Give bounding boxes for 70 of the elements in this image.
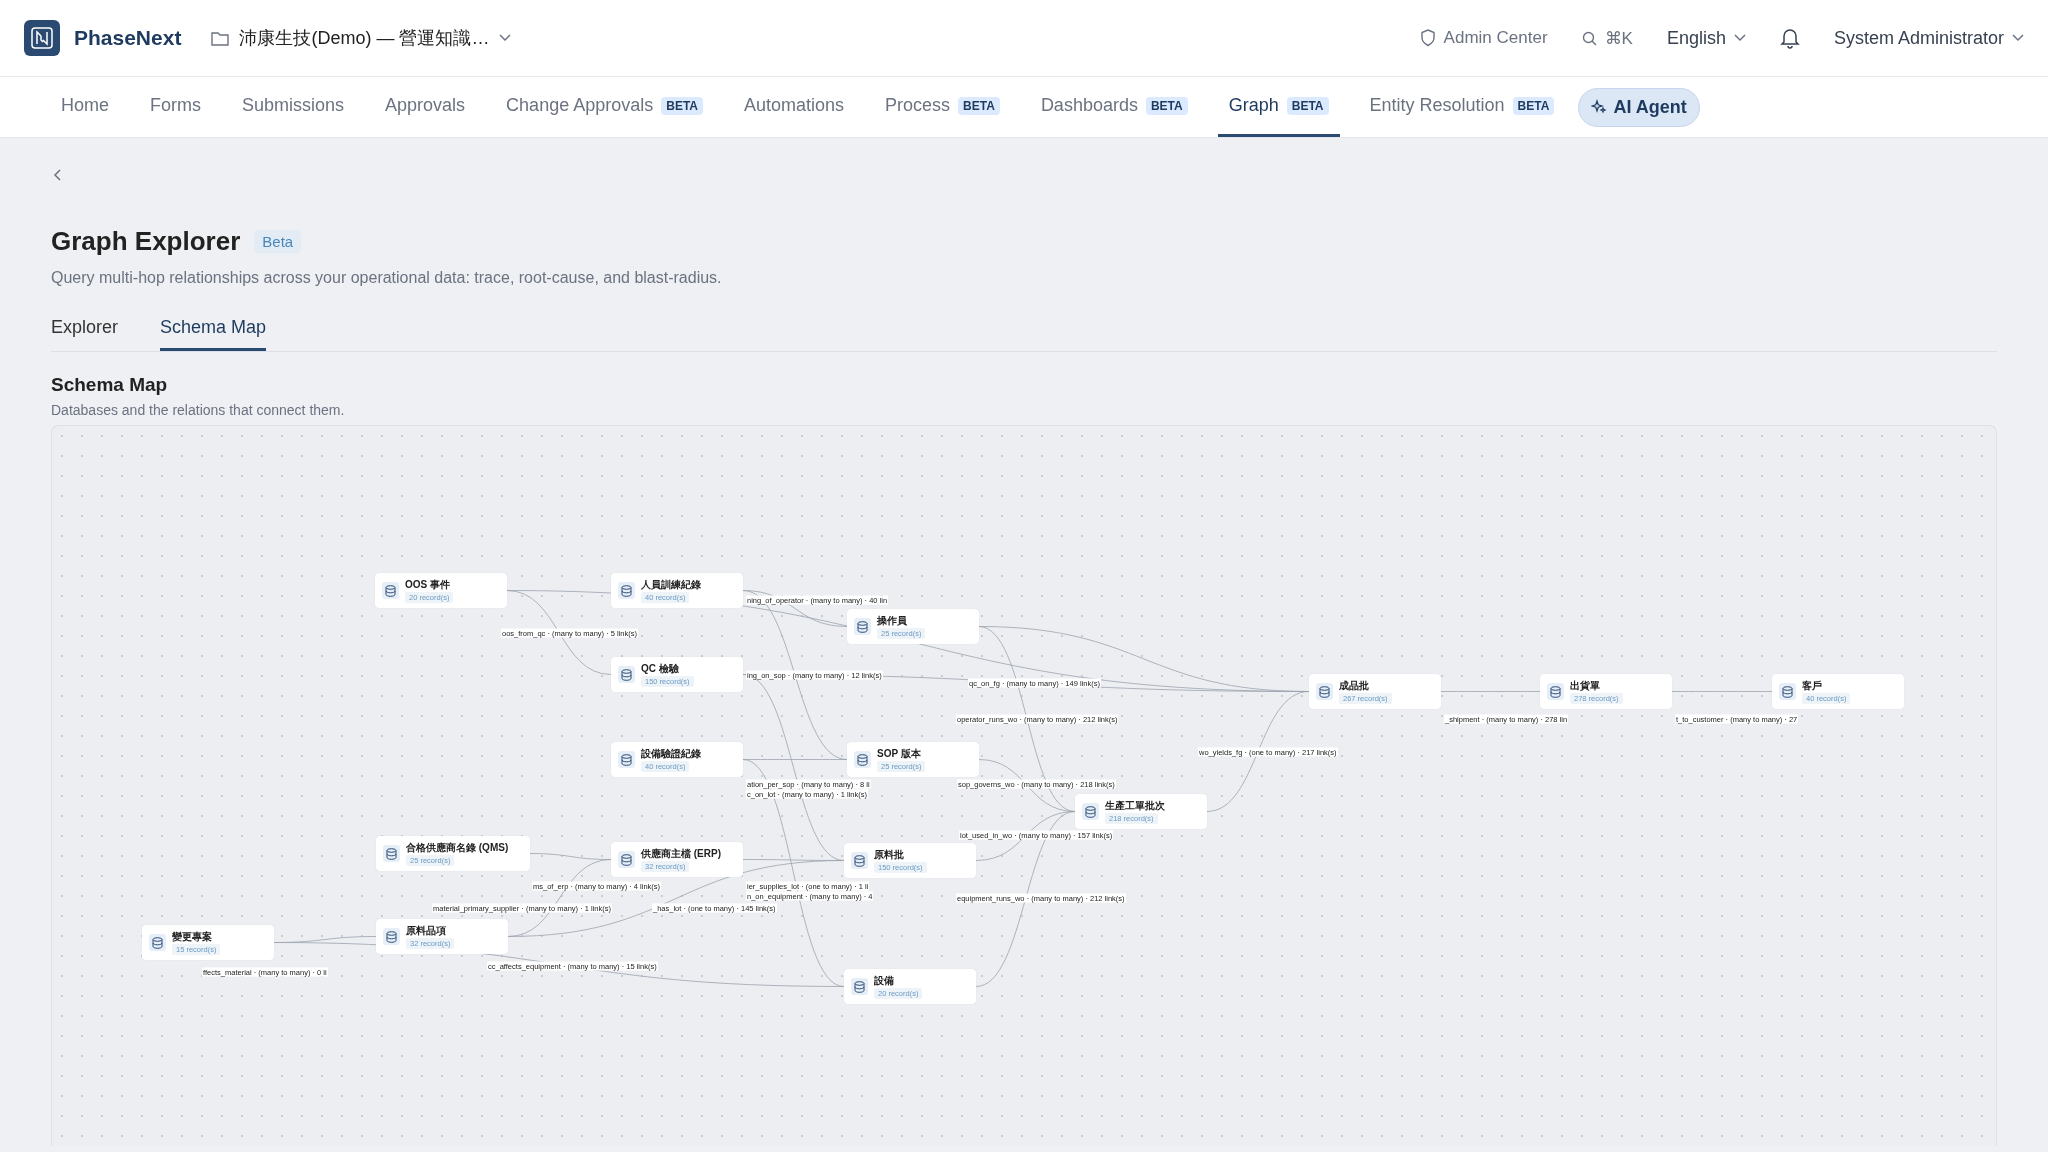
nav-tab[interactable]: Process BETA bbox=[874, 77, 1011, 137]
beta-badge: BETA bbox=[1145, 96, 1188, 115]
chevron-down-icon bbox=[1733, 34, 1746, 42]
nav-tab[interactable]: Submissions bbox=[231, 77, 356, 137]
database-icon bbox=[383, 845, 400, 862]
node-title: 成品批 bbox=[1339, 679, 1370, 691]
sparkle-icon bbox=[1591, 99, 1608, 115]
database-icon bbox=[618, 582, 635, 599]
section-subtitle: Databases and the relations that connect them. bbox=[51, 402, 346, 418]
node-title: SOP 版本 bbox=[877, 747, 922, 759]
nav-tab[interactable]: Home bbox=[50, 77, 120, 137]
user-menu[interactable]: System Administrator bbox=[1833, 27, 2004, 49]
nav-tab[interactable]: Change Approvals BETA bbox=[495, 77, 714, 137]
database-icon bbox=[618, 851, 635, 868]
language-selector[interactable]: English bbox=[1666, 27, 1726, 49]
section-title: Schema Map bbox=[51, 374, 169, 396]
nav-tab[interactable]: Forms bbox=[139, 77, 212, 137]
workspace-selector[interactable]: 沛康生技(Demo) — 營運知識… bbox=[239, 26, 490, 50]
page-subtitle: Query multi-hop relationships across your operational data: trace, root-cause, and blast-radius. bbox=[51, 269, 723, 287]
database-icon bbox=[851, 852, 868, 869]
database-icon bbox=[618, 666, 635, 683]
logo-icon[interactable] bbox=[24, 20, 60, 56]
chevron-down-icon bbox=[2012, 34, 2024, 42]
node-title: OOS 事件 bbox=[405, 578, 451, 590]
folder-icon bbox=[211, 30, 230, 46]
chevron-down-icon bbox=[499, 34, 512, 42]
admin-center-link[interactable]: Admin Center bbox=[1443, 28, 1548, 48]
nav-tab[interactable]: Approvals bbox=[374, 77, 477, 137]
node-title: 客戶 bbox=[1802, 679, 1823, 691]
bell-icon[interactable] bbox=[1779, 27, 1800, 49]
database-icon bbox=[1082, 803, 1099, 820]
node-title: 合格供應商名錄 (QMS) bbox=[406, 841, 509, 853]
page-tab[interactable]: Schema Map bbox=[160, 317, 267, 351]
database-icon bbox=[149, 934, 166, 951]
page-tab[interactable]: Explorer bbox=[51, 317, 119, 351]
search-icon bbox=[1581, 30, 1597, 46]
node-title: 操作員 bbox=[877, 614, 908, 626]
beta-badge: BETA bbox=[1286, 96, 1329, 115]
node-title: 設備 bbox=[874, 974, 895, 986]
nav-tab[interactable]: Entity Resolution BETA bbox=[1358, 77, 1566, 137]
nav-tab[interactable]: Automations bbox=[733, 77, 856, 137]
database-icon bbox=[382, 582, 399, 599]
node-title: QC 檢驗 bbox=[641, 662, 680, 674]
database-icon bbox=[1547, 683, 1564, 700]
database-icon bbox=[851, 978, 868, 995]
beta-badge: BETA bbox=[958, 96, 1000, 115]
database-icon bbox=[383, 928, 400, 945]
beta-badge: BETA bbox=[1512, 96, 1555, 115]
nav-tab[interactable]: Dashboards BETA bbox=[1029, 77, 1199, 137]
search-shortcut[interactable]: ⌘K bbox=[1604, 27, 1633, 49]
database-icon bbox=[854, 751, 871, 768]
node-title: 生產工單批次 bbox=[1105, 799, 1165, 811]
node-title: 設備驗證紀錄 bbox=[641, 747, 701, 759]
node-title: 供應商主檔 (ERP) bbox=[641, 847, 721, 859]
node-title: 出貨單 bbox=[1570, 679, 1601, 691]
node-title: 原料批 bbox=[874, 848, 905, 860]
node-title: 變更專案 bbox=[172, 930, 213, 942]
app-name: PhaseNext bbox=[74, 26, 182, 50]
shield-icon bbox=[1419, 29, 1436, 47]
node-title: 原料品項 bbox=[406, 924, 447, 936]
ai-agent-button[interactable]: AI Agent bbox=[1578, 87, 1700, 127]
nav-tab[interactable]: Graph BETA bbox=[1217, 77, 1340, 137]
beta-badge: BETA bbox=[661, 96, 703, 115]
database-icon bbox=[618, 751, 635, 768]
beta-badge: Beta bbox=[254, 230, 302, 253]
database-icon bbox=[1316, 683, 1333, 700]
database-icon bbox=[854, 618, 871, 635]
database-icon bbox=[1779, 683, 1796, 700]
node-title: 人員訓練紀錄 bbox=[641, 578, 701, 590]
page-title: Graph Explorer bbox=[51, 226, 241, 257]
